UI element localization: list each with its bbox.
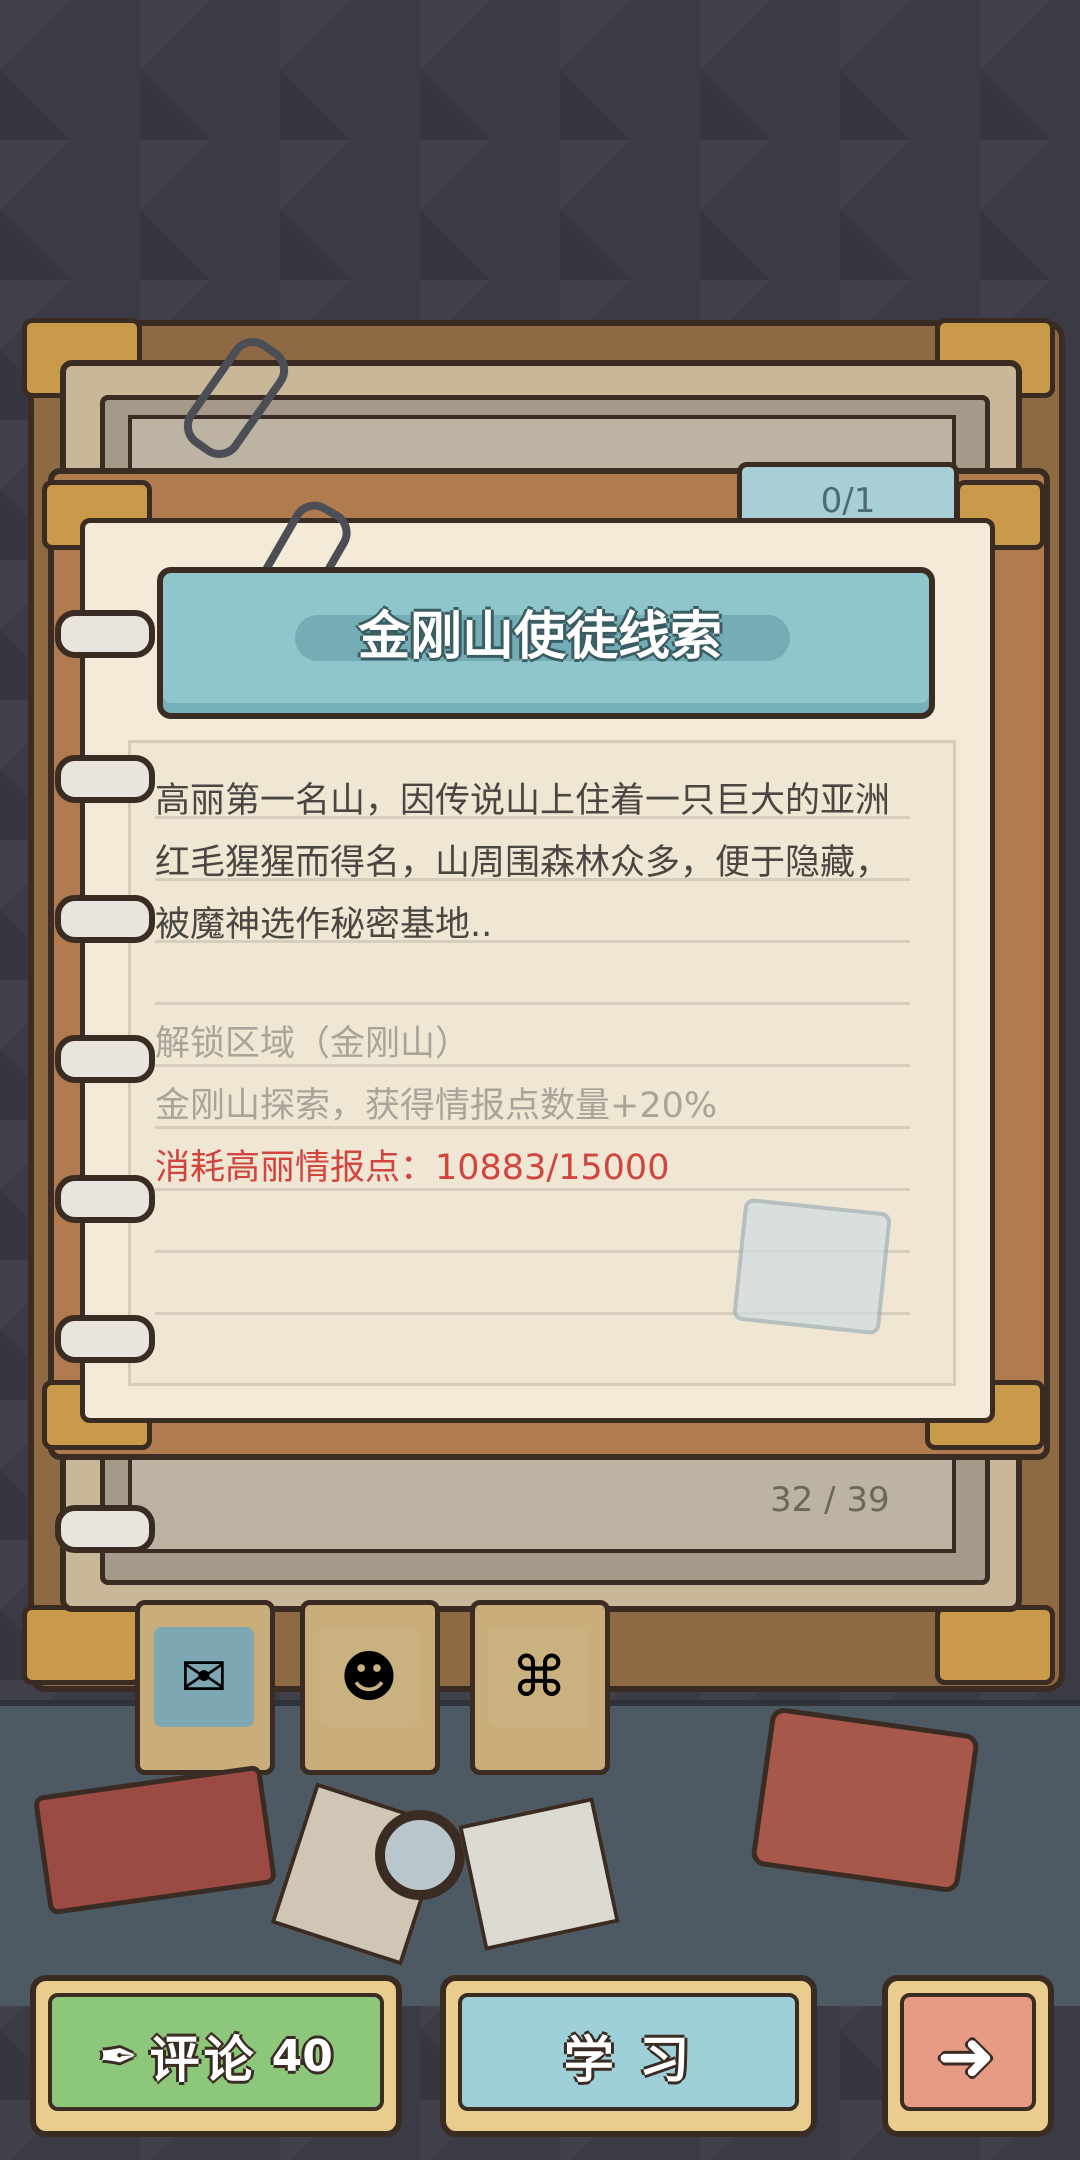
board-corner xyxy=(935,1605,1055,1685)
binder-ring xyxy=(55,610,155,658)
study-button[interactable]: 学 习 xyxy=(440,1975,817,2137)
detective-icon: ☻ xyxy=(319,1627,419,1727)
magnifier-icon xyxy=(375,1810,465,1900)
binder-ring xyxy=(55,1315,155,1363)
binder-ring xyxy=(55,755,155,803)
cost-text: 消耗高丽情报点：10883/15000 xyxy=(155,1148,670,1188)
comment-button-label: ✒ 评论 40 xyxy=(36,1981,396,2131)
knot-icon: ⌘ xyxy=(489,1627,589,1727)
map-icon xyxy=(731,1197,893,1336)
board-corner xyxy=(22,1605,142,1685)
binder-ring xyxy=(55,895,155,943)
clue-card: ☻ xyxy=(300,1600,440,1775)
quill-icon: ✒ xyxy=(99,2029,142,2083)
arrow-right-icon: ➜ xyxy=(936,2015,1000,2097)
comment-label: 评论 xyxy=(149,2031,258,2089)
bonus-text: 金刚山探索，获得情报点数量+20% xyxy=(155,1086,718,1126)
binder-ring xyxy=(55,1175,155,1223)
comment-count: 40 xyxy=(271,2030,333,2082)
page-number: 32 / 39 xyxy=(770,1480,890,1520)
binder-ring xyxy=(55,1035,155,1083)
clue-card: ✉ xyxy=(135,1600,275,1775)
clue-title: 金刚山使徒线索 xyxy=(357,607,722,667)
study-label: 学 习 xyxy=(563,2031,694,2089)
wallet-prop xyxy=(749,1706,981,1894)
unlock-area-text: 解锁区域（金刚山） xyxy=(155,1024,471,1064)
binder-ring xyxy=(55,1505,155,1553)
ruled-line xyxy=(155,1002,910,1005)
clue-description: 高丽第一名山，因传说山上住着一只巨大的亚洲红毛猩猩而得名，山周围森林众多，便于隐… xyxy=(155,781,891,945)
comment-button[interactable]: ✒ 评论 40 xyxy=(30,1975,402,2137)
next-button[interactable]: ➜ xyxy=(882,1975,1054,2137)
envelope-icon: ✉ xyxy=(154,1627,254,1727)
clue-card: ⌘ xyxy=(470,1600,610,1775)
